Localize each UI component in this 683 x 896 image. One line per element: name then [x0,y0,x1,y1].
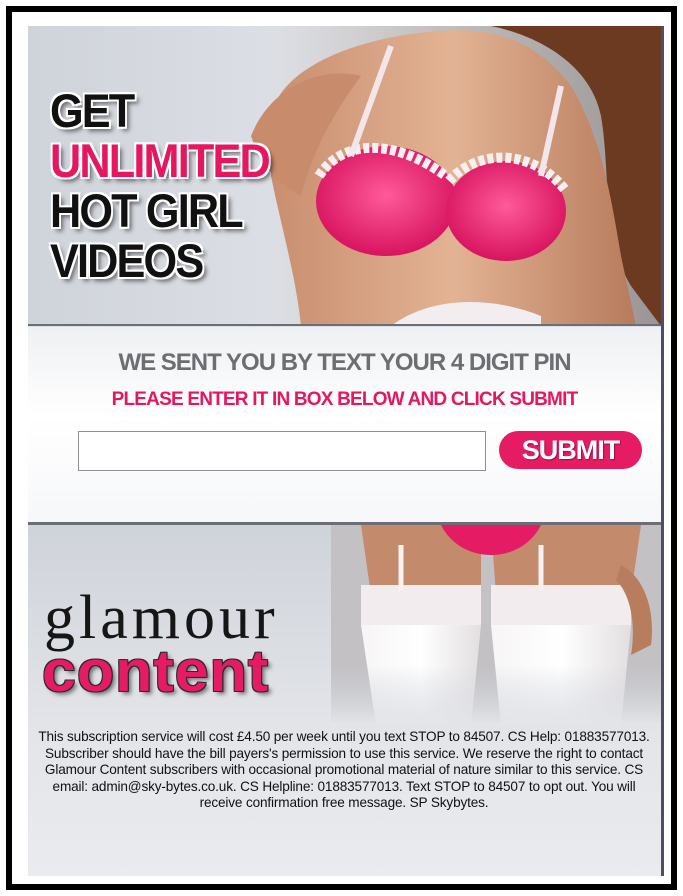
headline: GET UNLIMITED HOT GIRL VIDEOS [50,84,271,287]
model-photo [241,26,661,326]
ad-frame: GET UNLIMITED HOT GIRL VIDEOS WE SENT YO… [6,6,677,890]
headline-line-unlimited: UNLIMITED [50,134,271,187]
pin-instruction: WE SENT YOU BY TEXT YOUR 4 DIGIT PIN [118,349,571,376]
footer-banner: glamour content This subscription servic… [28,525,661,876]
hero-banner: GET UNLIMITED HOT GIRL VIDEOS [28,26,661,326]
ad-panel: GET UNLIMITED HOT GIRL VIDEOS WE SENT YO… [28,26,664,876]
stockings-photo [331,525,661,725]
headline-line-get: GET [50,84,135,137]
submit-button[interactable]: SUBMIT [499,431,642,469]
pin-input[interactable] [78,431,486,471]
headline-line-videos: VIDEOS [50,234,204,287]
headline-line-hot-girl: HOT GIRL [50,184,244,237]
pin-entry-panel: WE SENT YOU BY TEXT YOUR 4 DIGIT PIN PLE… [28,327,661,523]
divider [28,324,661,326]
brand-logo-content: content [42,639,270,704]
pin-sub-instruction: PLEASE ENTER IT IN BOX BELOW AND CLICK S… [111,389,579,410]
terms-text: This subscription service will cost £4.5… [38,729,650,811]
